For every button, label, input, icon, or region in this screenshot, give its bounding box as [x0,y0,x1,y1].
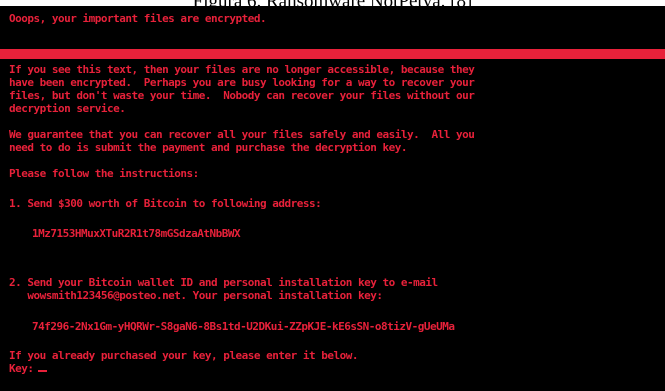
para1-line-2: have been encrypted. Perhaps you are bus… [9,76,475,89]
para1-line-4: decryption service. [9,102,126,115]
key-label: Key: [9,362,34,375]
para1-line-1: If you see this text, then your files ar… [9,63,475,76]
header-text: Ooops, your important files are encrypte… [9,12,267,25]
step1-text: 1. Send $300 worth of Bitcoin to followi… [9,197,322,210]
step2-line-2: wowsmith123456@posteo.net. Your personal… [9,289,383,302]
instructions-heading: Please follow the instructions: [9,167,199,180]
installation-key: 74f296-2Nx1Gm-yHQRWr-S8gaN6-8Bs1td-U2DKu… [32,320,455,333]
para2-line-2: need to do is submit the payment and pur… [9,141,407,154]
page: Figura 6. Ransomware NotPetya. [8] Ooops… [0,0,665,391]
key-input-cursor[interactable] [37,370,47,372]
para1-line-3: files, but don't waste your time. Nobody… [9,89,475,102]
para2-line-1: We guarantee that you can recover all yo… [9,128,475,141]
divider-bar [0,49,665,59]
key-prompt: Key: [9,362,47,375]
step2-line-1: 2. Send your Bitcoin wallet ID and perso… [9,276,438,289]
footer-text: If you already purchased your key, pleas… [9,349,359,362]
ransom-screen: Ooops, your important files are encrypte… [0,6,665,391]
bitcoin-address: 1Mz7153HMuxXTuR2R1t78mGSdzaAtNbBWX [32,227,241,240]
